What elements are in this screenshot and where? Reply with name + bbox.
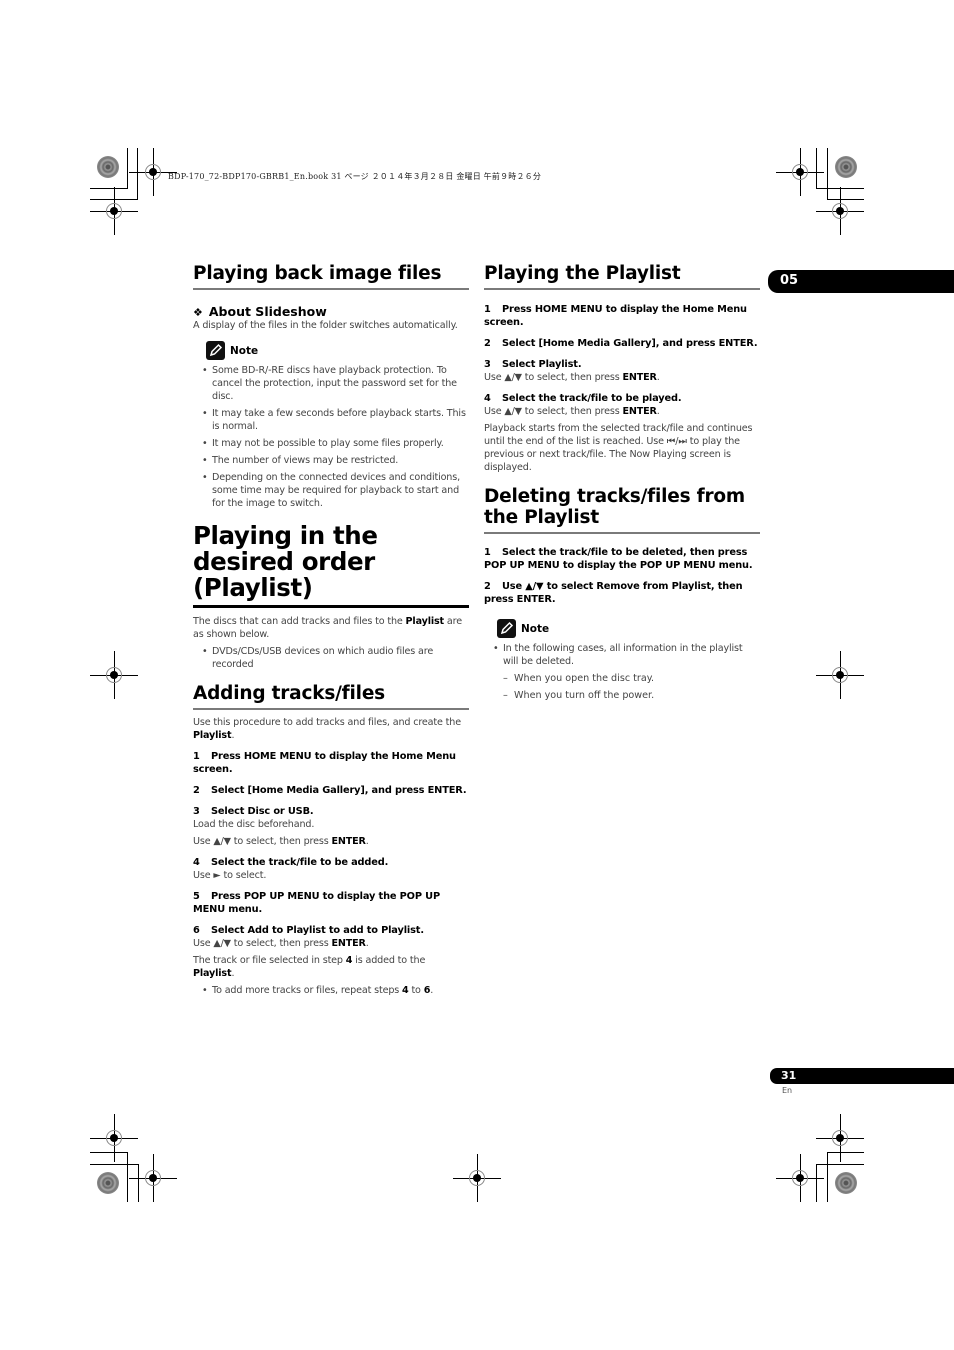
chapter-number: 05 — [780, 273, 799, 288]
registration-mark-icon — [129, 1154, 177, 1202]
color-disc-icon — [835, 156, 857, 178]
page-number-tab: 31 — [770, 1068, 954, 1084]
registration-mark-icon — [776, 1154, 824, 1202]
crop-mark — [90, 188, 128, 189]
note-list: Some BD-R/-RE discs have playback protec… — [193, 364, 469, 510]
play-step-4: 4 Select the track/file to be played. — [484, 393, 682, 404]
registration-mark-icon — [816, 1114, 864, 1162]
registration-mark-icon — [90, 1114, 138, 1162]
note-heading: Note — [206, 341, 469, 360]
crop-mark — [90, 1152, 128, 1153]
delete-note-sublist: When you open the disc tray. When you tu… — [484, 672, 760, 702]
note-subitem: When you open the disc tray. — [484, 672, 760, 685]
play-step-2: 2 Select [Home Media Gallery], and press … — [484, 338, 758, 349]
subsection-about-slideshow: ❖ About Slideshow — [193, 304, 327, 319]
pencil-note-icon — [206, 341, 225, 360]
note-heading: Note — [497, 619, 760, 638]
adding-tip-list: To add more tracks or files, repeat step… — [193, 984, 469, 997]
crop-mark — [827, 1152, 864, 1153]
crop-mark — [127, 1152, 128, 1202]
color-disc-icon — [97, 156, 119, 178]
section-title-playing-playlist: Playing the Playlist — [484, 263, 760, 290]
registration-mark-icon — [453, 1154, 501, 1202]
step-5: 5 Press POP UP MENU to display the POP UP… — [193, 891, 440, 915]
supported-media-list: DVDs/CDs/USB devices on which audio file… — [193, 645, 469, 671]
registration-mark-icon — [816, 651, 864, 699]
delete-step-2: 2 Use ▲/▼ to select Remove from Playlist,… — [484, 581, 743, 605]
registration-mark-icon — [816, 187, 864, 235]
crop-mark — [816, 1164, 864, 1165]
playlist-intro: The discs that can add tracks and files … — [193, 616, 462, 640]
step-3: 3 Select Disc or USB. — [193, 806, 314, 817]
section-title-image-files: Playing back image files — [193, 263, 469, 290]
crop-mark — [816, 1164, 817, 1202]
adding-result: The track or file selected in step 4 is … — [193, 955, 426, 979]
right-column: Playing the Playlist 1 Press HOME MENU to… — [484, 263, 760, 706]
delete-step-1: 1 Select the track/file to be deleted, th… — [484, 547, 753, 571]
play-step-3: 3 Select Playlist. — [484, 359, 582, 370]
chapter-tab: 05 — [768, 270, 954, 293]
step-4: 4 Select the track/file to be added. — [193, 857, 389, 868]
play-step-1: 1 Press HOME MENU to display the Home Men… — [484, 304, 747, 328]
crop-mark — [827, 148, 828, 200]
note-item: Some BD-R/-RE discs have playback protec… — [193, 364, 469, 403]
color-disc-icon — [97, 1172, 119, 1194]
diamond-bullet-icon: ❖ — [193, 306, 203, 319]
crop-mark — [816, 148, 817, 188]
note-item: It may not be possible to play some file… — [193, 437, 469, 450]
crop-mark — [138, 1164, 139, 1202]
step-6: 6 Select Add to Playlist to add to Playli… — [193, 925, 424, 936]
registration-mark-icon — [90, 187, 138, 235]
playback-description: Playback starts from the selected track/… — [484, 423, 753, 473]
step-4-detail: Use ► to select. — [193, 870, 267, 881]
delete-note-list: In the following cases, all information … — [484, 642, 760, 668]
slideshow-description: A display of the files in the folder swi… — [193, 320, 458, 331]
crop-mark — [127, 148, 128, 188]
registration-mark-icon — [129, 148, 177, 196]
page-number: 31 — [781, 1069, 797, 1082]
adding-tip: To add more tracks or files, repeat step… — [193, 984, 469, 997]
crop-mark — [827, 199, 864, 200]
note-item: It may take a few seconds before playbac… — [193, 407, 469, 433]
section-title-deleting: Deleting tracks/files from the Playlist — [484, 486, 760, 534]
crop-mark — [827, 1152, 828, 1202]
step-3-instruction: Use ▲/▼ to select, then press ENTER. — [193, 836, 369, 847]
page-language: En — [782, 1086, 793, 1095]
section-title-adding: Adding tracks/files — [193, 683, 469, 710]
color-disc-icon — [835, 1172, 857, 1194]
print-header-stamp: BDP-170_72-BDP170-GBRB1_En.book 31 ページ ２… — [168, 172, 542, 181]
play-step-3-instruction: Use ▲/▼ to select, then press ENTER. — [484, 372, 660, 383]
step-1: 1 Press HOME MENU to display the Home Men… — [193, 751, 456, 775]
crop-mark — [137, 148, 138, 200]
media-item: DVDs/CDs/USB devices on which audio file… — [193, 645, 469, 671]
note-item: Depending on the connected devices and c… — [193, 471, 469, 510]
pencil-note-icon — [497, 619, 516, 638]
note-item: In the following cases, all information … — [484, 642, 760, 668]
note-subitem: When you turn off the power. — [484, 689, 760, 702]
crop-mark — [90, 1164, 138, 1165]
step-2: 2 Select [Home Media Gallery], and press … — [193, 785, 467, 796]
left-column: Playing back image files ❖ About Slidesho… — [193, 263, 469, 1001]
adding-intro: Use this procedure to add tracks and fil… — [193, 717, 461, 741]
step-6-instruction: Use ▲/▼ to select, then press ENTER. — [193, 938, 369, 949]
chapter-title-playlist: Playing in the desired order (Playlist) — [193, 523, 469, 608]
step-3-detail: Load the disc beforehand. — [193, 819, 315, 830]
play-step-4-instruction: Use ▲/▼ to select, then press ENTER. — [484, 406, 660, 417]
registration-mark-icon — [90, 651, 138, 699]
registration-mark-icon — [776, 148, 824, 196]
note-item: The number of views may be restricted. — [193, 454, 469, 467]
